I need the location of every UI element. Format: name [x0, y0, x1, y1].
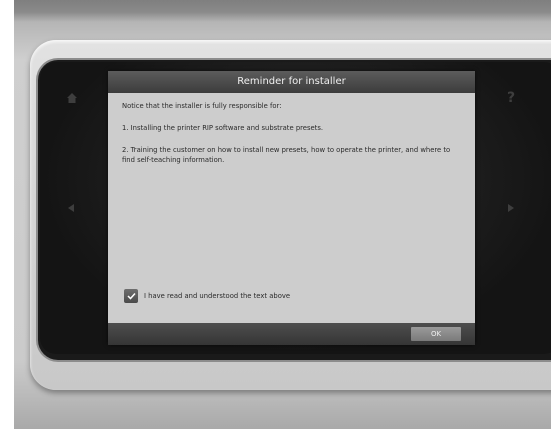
- dialog-body: Notice that the installer is fully respo…: [108, 93, 475, 165]
- help-icon[interactable]: ?: [507, 91, 515, 105]
- dialog-footer: OK: [108, 323, 475, 345]
- item-1-text: 1. Installing the printer RIP software a…: [122, 124, 324, 132]
- home-icon[interactable]: [66, 92, 78, 107]
- reminder-dialog: Reminder for installer Notice that the i…: [108, 71, 475, 345]
- dialog-title: Reminder for installer: [108, 71, 475, 93]
- back-arrow-icon[interactable]: [66, 202, 76, 216]
- intro-text: Notice that the installer is fully respo…: [122, 102, 282, 110]
- ok-button[interactable]: OK: [411, 327, 461, 341]
- acknowledge-row[interactable]: I have read and understood the text abov…: [124, 289, 290, 303]
- checkmark-icon: [126, 292, 136, 300]
- acknowledge-checkbox[interactable]: [124, 289, 138, 303]
- acknowledge-label: I have read and understood the text abov…: [144, 292, 291, 300]
- item-2-text: 2. Training the customer on how to insta…: [122, 146, 451, 164]
- forward-arrow-icon[interactable]: [506, 202, 516, 216]
